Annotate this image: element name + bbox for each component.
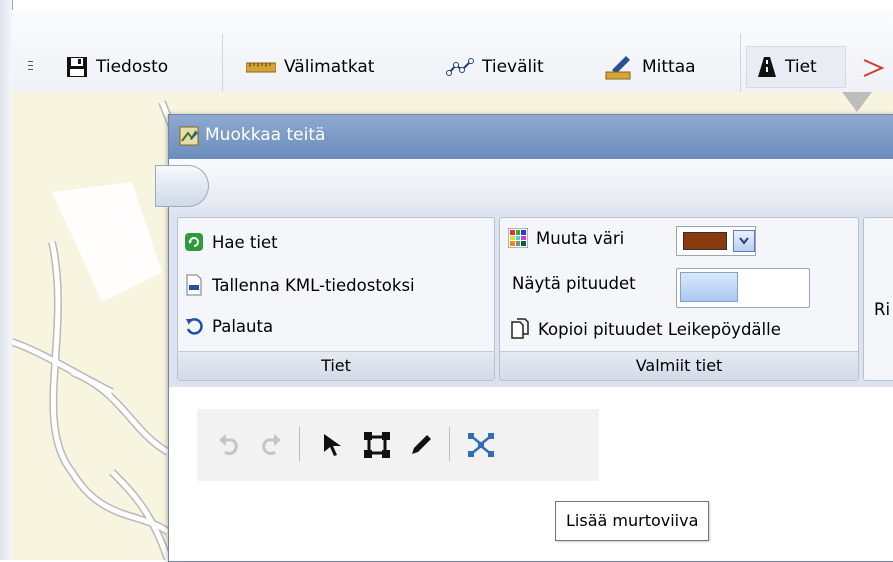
drawing-canvas[interactable]: Lisää murtoviiva (169, 387, 893, 561)
tooltip: Lisää murtoviiva (555, 501, 710, 541)
window-top-edge (0, 0, 893, 10)
fetch-roads-button[interactable]: Hae tiet (184, 232, 278, 252)
undo-button[interactable] (211, 425, 247, 465)
toolbar-separator (222, 34, 223, 100)
copy-lengths-label: Kopioi pituudet Leikepöydälle (538, 319, 781, 339)
save-kml-label: Tallenna KML-tiedostoksi (212, 275, 415, 295)
partial-group-text[interactable]: Ri (874, 300, 890, 319)
change-color-button[interactable]: Muuta väri (508, 228, 624, 248)
file-button-label: Tiedosto (96, 57, 169, 77)
distances-button-label: Välimatkat (284, 57, 375, 77)
ribbon-group-label: Valmiit tiet (500, 351, 858, 380)
drawing-toolbar-separator (449, 427, 450, 461)
toolbar-grip-icon[interactable] (28, 58, 34, 76)
toolbar-separator (740, 34, 741, 100)
copy-lengths-button[interactable]: Kopioi pituudet Leikepöydälle (510, 318, 781, 340)
change-color-label: Muuta väri (536, 228, 625, 248)
ribbon-group-finished-roads: Muuta väri Näytä pituudet Kopioi pituude… (499, 217, 859, 381)
roads-button-label: Tiet (785, 57, 817, 77)
edit-roads-dialog: Muokkaa teitä Hae tiet Tallenna KML-tied… (155, 114, 893, 562)
main-toolbar: Tiedosto Välimatkat Tievälit Mittaa Tiet (12, 10, 893, 100)
transform-button[interactable] (359, 425, 395, 465)
ribbon-group-label: Tiet (178, 351, 494, 380)
pointer-arrow-icon (321, 432, 345, 458)
copy-icon (510, 318, 530, 340)
select-button[interactable] (315, 425, 351, 465)
restore-button[interactable]: Palauta (184, 316, 273, 336)
pencil-button[interactable] (403, 425, 439, 465)
color-picker[interactable] (676, 226, 756, 256)
application-menu-button[interactable] (155, 165, 209, 207)
color-grid-icon (508, 228, 528, 248)
distances-button[interactable]: Välimatkat (246, 46, 374, 88)
undo-icon (216, 433, 242, 457)
ribbon-group-partial: Ri (863, 217, 893, 381)
add-polyline-button[interactable] (463, 425, 499, 465)
drawing-toolbar-separator (299, 427, 300, 461)
flag-icon (862, 56, 886, 78)
route-line-icon (446, 57, 474, 77)
dialog-menu-bar (155, 159, 893, 212)
drawing-toolbar (197, 409, 599, 481)
next-toolbar-item[interactable] (862, 46, 886, 88)
fetch-roads-label: Hae tiet (212, 232, 278, 252)
save-icon (66, 56, 88, 78)
save-kml-button[interactable]: Tallenna KML-tiedostoksi (184, 274, 415, 296)
roads-button[interactable]: Tiet (746, 46, 846, 88)
ruler-icon (246, 61, 276, 73)
dialog-title: Muokkaa teitä (205, 125, 326, 145)
road-intervals-button-label: Tievälit (482, 57, 544, 77)
road-icon (757, 56, 777, 78)
redo-button[interactable] (253, 425, 289, 465)
show-lengths-toggle[interactable] (676, 268, 810, 308)
ribbon-group-roads: Hae tiet Tallenna KML-tiedostoksi Palaut… (177, 217, 495, 381)
restore-label: Palauta (212, 316, 274, 336)
dialog-app-icon (179, 126, 199, 146)
toggle-thumb (680, 272, 738, 302)
color-swatch (683, 232, 727, 250)
undo-blue-icon (184, 316, 204, 336)
redo-icon (258, 433, 284, 457)
measure-pencil-icon (604, 54, 634, 80)
show-lengths-label: Näytä pituudet (512, 274, 636, 293)
refresh-green-icon (184, 232, 204, 252)
ribbon: Hae tiet Tallenna KML-tiedostoksi Palaut… (169, 211, 893, 387)
road-intervals-button[interactable]: Tievälit (446, 46, 544, 88)
measure-button-label: Mittaa (642, 57, 696, 77)
square-transform-icon (363, 431, 391, 459)
kml-file-icon (184, 274, 204, 296)
chevron-down-icon[interactable] (733, 230, 755, 252)
dialog-titlebar[interactable]: Muokkaa teitä (169, 115, 893, 159)
pencil-icon (408, 432, 434, 458)
file-button[interactable]: Tiedosto (66, 46, 168, 88)
polyline-icon (467, 431, 495, 459)
measure-button[interactable]: Mittaa (604, 46, 696, 88)
